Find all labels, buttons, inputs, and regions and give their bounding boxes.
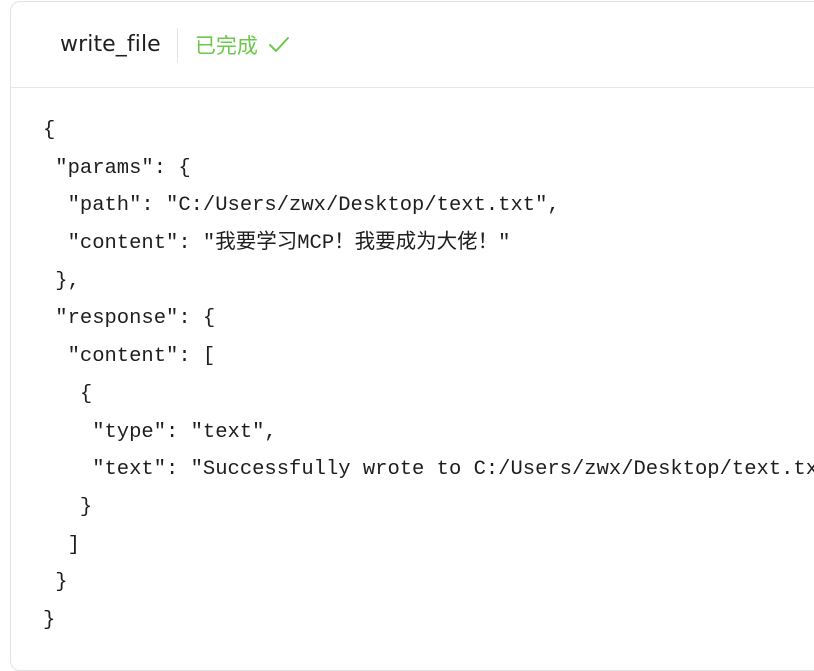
tool-name: write_file [60, 32, 161, 57]
status-label: 已完成 [194, 33, 258, 58]
code-line: "path": "C:/Users/zwx/Desktop/text.txt", [43, 194, 560, 218]
tool-call-header[interactable]: write_file 已完成 [11, 2, 814, 88]
code-line: "text": "Successfully wrote to C:/Users/… [43, 458, 814, 482]
header-divider [176, 27, 178, 62]
code-line: "type": "text", [43, 420, 277, 444]
code-line: }, [43, 269, 80, 293]
code-line: { [43, 382, 93, 406]
code-line: } [43, 495, 93, 519]
code-line: { [43, 119, 56, 142]
json-code-block: { "params": { "path": "C:/Users/zwx/Desk… [43, 112, 814, 640]
code-line: "content": "我要学习MCP！我要成为大佬！" [43, 232, 511, 256]
code-line: "params": { [43, 156, 191, 180]
code-line: } [43, 571, 68, 595]
code-line: "response": { [43, 307, 216, 331]
code-line: "content": [ [43, 345, 216, 369]
code-line: } [43, 608, 56, 632]
tool-call-card: write_file 已完成 { "params": { "path": "C:… [10, 1, 814, 671]
code-line: ] [43, 533, 80, 557]
check-icon [268, 36, 290, 54]
